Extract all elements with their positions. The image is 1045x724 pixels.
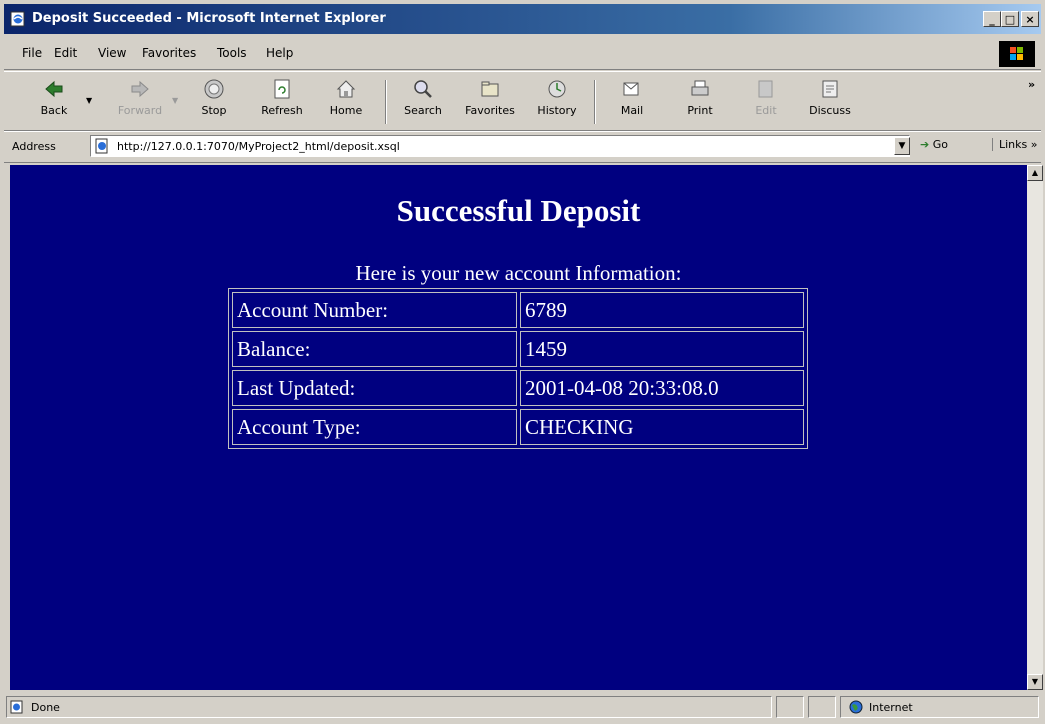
address-input[interactable]: http://127.0.0.1:7070/MyProject2_html/de… — [90, 135, 910, 157]
discuss-label: Discuss — [809, 104, 851, 117]
search-icon — [414, 80, 432, 98]
status-panel — [776, 696, 804, 718]
toolbar-overflow-chevron[interactable]: » — [1028, 78, 1035, 91]
status-text: Done — [31, 701, 60, 714]
address-bar: Address http://127.0.0.1:7070/MyProject2… — [4, 131, 1041, 163]
mail-icon — [623, 82, 639, 96]
go-arrow-icon: ➔ — [920, 138, 930, 151]
go-button[interactable]: ➔ Go — [920, 138, 948, 151]
menu-help[interactable]: Help — [266, 46, 293, 60]
print-label: Print — [687, 104, 713, 117]
intro-text: Here is your new account Information: — [355, 261, 682, 285]
account-info-row: Account Number: 6789 — [232, 292, 804, 328]
page-content: Successful Deposit Here is your new acco… — [10, 165, 1027, 690]
search-button[interactable]: Search — [393, 78, 453, 128]
menu-bar: File Edit View Favorites Tools Help — [4, 37, 1041, 70]
links-toolbar-button[interactable]: Links » — [992, 138, 1038, 151]
printer-icon — [691, 80, 709, 96]
back-dropdown-icon[interactable]: ▼ — [86, 96, 92, 105]
title-bar[interactable]: Deposit Succeeded - Microsoft Internet E… — [4, 4, 1041, 34]
forward-dropdown-icon[interactable]: ▼ — [172, 96, 178, 105]
toolbar-separator — [594, 80, 596, 124]
scroll-down-button[interactable]: ▼ — [1027, 674, 1043, 690]
zone-label: Internet — [869, 701, 913, 714]
page-icon — [95, 138, 108, 154]
address-dropdown-button[interactable]: ▼ — [894, 137, 910, 155]
toolbar-separator — [385, 80, 387, 124]
favorites-label: Favorites — [465, 104, 515, 117]
back-arrow-icon — [45, 80, 63, 98]
field-value: 1459 — [520, 331, 804, 367]
discuss-icon — [822, 80, 838, 98]
field-label: Account Number: — [232, 292, 517, 328]
home-button[interactable]: Home — [316, 78, 376, 128]
home-icon — [336, 80, 356, 98]
edit-button[interactable]: Edit — [736, 78, 796, 128]
status-bar: Done Internet — [4, 694, 1041, 720]
field-label: Last Updated: — [232, 370, 517, 406]
menu-favorites[interactable]: Favorites — [142, 46, 196, 60]
favorites-button[interactable]: Favorites — [460, 78, 520, 128]
stop-icon — [204, 79, 224, 99]
account-info-row: Account Type: CHECKING — [232, 409, 804, 445]
menu-edit[interactable]: Edit — [54, 46, 77, 60]
address-url: http://127.0.0.1:7070/MyProject2_html/de… — [117, 140, 400, 153]
account-info-table: Account Number: 6789 Balance: 1459 Last Upda… — [228, 288, 808, 449]
account-info-row: Last Updated: 2001-04-08 20:33:08.0 — [232, 370, 804, 406]
page-done-icon — [10, 700, 23, 714]
edit-label: Edit — [755, 104, 777, 117]
address-label: Address — [12, 140, 56, 153]
mail-label: Mail — [620, 104, 644, 117]
stop-label: Stop — [201, 104, 227, 117]
internet-globe-icon — [849, 700, 863, 714]
status-text-panel: Done — [6, 696, 772, 718]
stop-button[interactable]: Stop — [184, 78, 244, 128]
back-button[interactable]: Back — [24, 78, 84, 128]
print-button[interactable]: Print — [670, 78, 730, 128]
field-value: 2001-04-08 20:33:08.0 — [520, 370, 804, 406]
close-button[interactable]: × — [1021, 11, 1039, 27]
maximize-button[interactable]: □ — [1001, 11, 1019, 27]
browser-window: Deposit Succeeded - Microsoft Internet E… — [0, 0, 1045, 724]
security-zone-panel: Internet — [840, 696, 1039, 718]
forward-button[interactable]: Forward — [110, 78, 170, 128]
menu-view[interactable]: View — [98, 46, 126, 60]
windows-logo-icon — [999, 41, 1035, 67]
discuss-button[interactable]: Discuss — [800, 78, 860, 128]
scroll-up-button[interactable]: ▲ — [1027, 165, 1043, 181]
status-panel — [808, 696, 836, 718]
menu-tools[interactable]: Tools — [217, 46, 247, 60]
mail-button[interactable]: Mail — [602, 78, 662, 128]
menu-file[interactable]: File — [22, 46, 42, 60]
refresh-label: Refresh — [261, 104, 303, 117]
window-title: Deposit Succeeded - Microsoft Internet E… — [32, 11, 386, 26]
field-label: Account Type: — [232, 409, 517, 445]
refresh-button[interactable]: Refresh — [252, 78, 312, 128]
history-icon — [548, 80, 566, 98]
go-label: Go — [932, 138, 948, 151]
ie-page-icon — [10, 11, 25, 27]
refresh-icon — [274, 79, 290, 99]
forward-arrow-icon — [131, 80, 149, 98]
edit-icon — [758, 80, 773, 98]
back-label: Back — [40, 104, 68, 117]
field-value: CHECKING — [520, 409, 804, 445]
account-info-row: Balance: 1459 — [232, 331, 804, 367]
forward-label: Forward — [117, 104, 163, 117]
links-label: Links — [999, 138, 1028, 151]
field-label: Balance: — [232, 331, 517, 367]
home-label: Home — [329, 104, 363, 117]
vertical-scrollbar[interactable]: ▲ ▼ — [1027, 165, 1043, 690]
favorites-folder-icon — [481, 81, 499, 97]
field-value: 6789 — [520, 292, 804, 328]
history-button[interactable]: History — [527, 78, 587, 128]
search-label: Search — [404, 104, 442, 117]
minimize-button[interactable]: _ — [983, 11, 1001, 27]
page-heading: Successful Deposit — [396, 193, 641, 228]
links-chevron-icon: » — [1030, 138, 1038, 151]
standard-toolbar: Back ▼ Forward ▼ Stop Refresh Home Searc… — [4, 71, 1041, 131]
history-label: History — [537, 104, 577, 117]
